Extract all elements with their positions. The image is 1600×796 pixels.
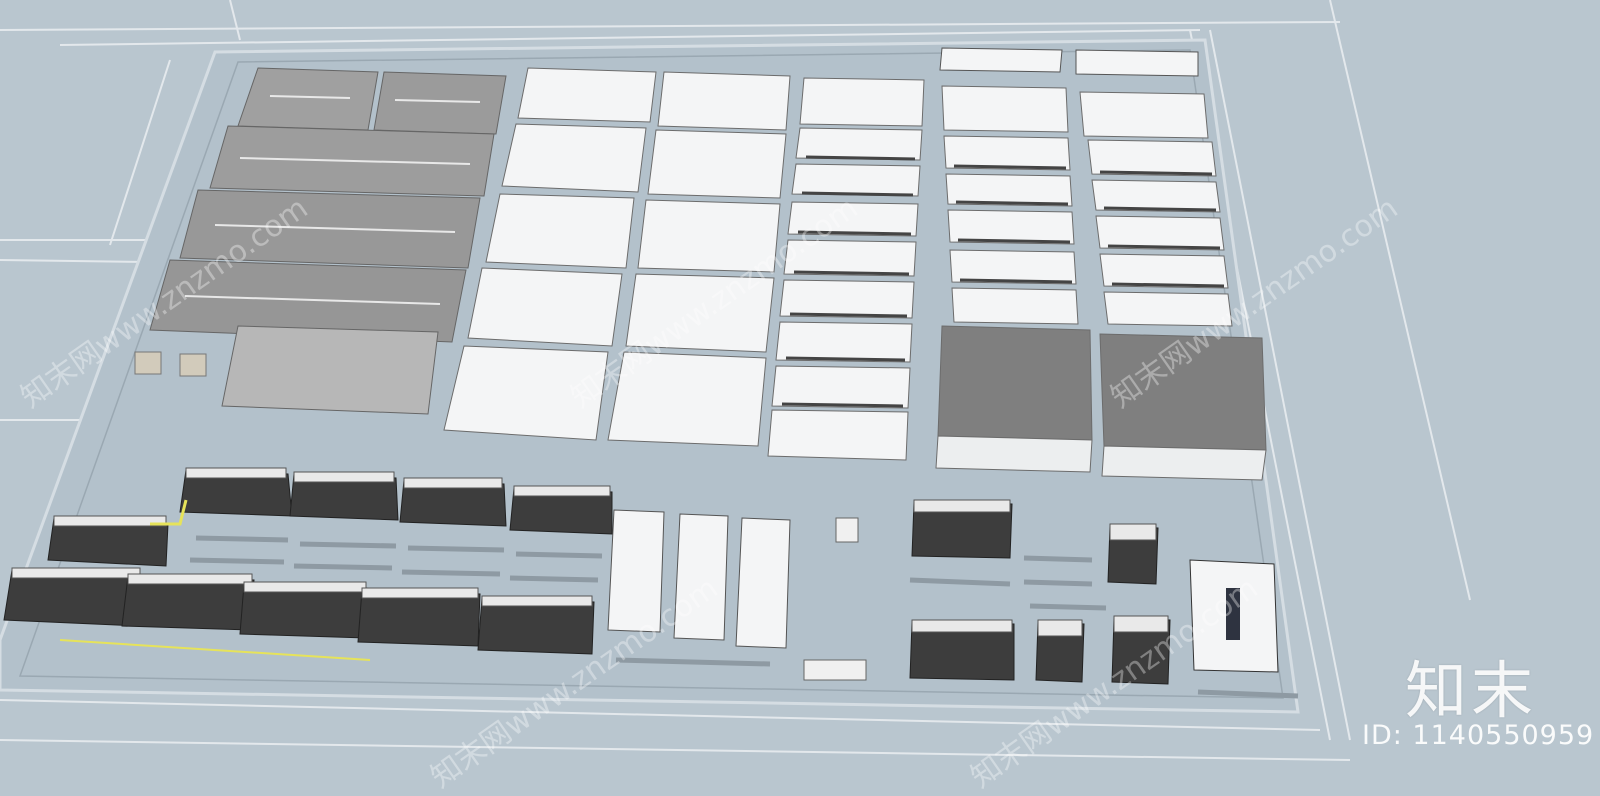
white-factory — [795, 127, 923, 161]
grey-warehouse — [373, 71, 507, 135]
white-factory — [1079, 91, 1209, 139]
small-hut — [134, 351, 162, 375]
strip-building — [939, 47, 1063, 73]
dorm-block — [735, 517, 791, 649]
white-factory — [637, 199, 781, 273]
white-factory — [1087, 139, 1217, 177]
brand-watermark: 知末 — [1405, 654, 1538, 727]
kiosk — [835, 517, 859, 543]
white-factory — [775, 321, 913, 363]
white-factory — [767, 409, 909, 461]
white-factory — [485, 193, 635, 269]
white-factory — [951, 287, 1079, 325]
white-factory — [607, 351, 767, 447]
white-factory — [779, 279, 915, 319]
white-factory — [443, 345, 609, 441]
white-factory — [771, 365, 911, 409]
white-factory — [647, 129, 787, 199]
dorm-block — [673, 513, 729, 641]
white-factory — [625, 273, 775, 353]
white-factory-column-4 — [935, 85, 1093, 473]
white-factory — [501, 123, 647, 193]
image-id-label: ID: 1140550959 — [1362, 720, 1595, 751]
dark-factory — [937, 325, 1093, 441]
office-skylight — [1226, 588, 1240, 640]
dormitory-blocks — [607, 509, 791, 649]
white-factory — [517, 67, 657, 123]
dark-factory-base — [935, 435, 1093, 473]
dorm-block — [607, 509, 665, 633]
white-factory — [467, 267, 623, 347]
white-factory — [791, 163, 921, 197]
dark-factory — [1099, 333, 1267, 451]
white-factory — [799, 77, 925, 127]
strip-building — [1075, 49, 1199, 77]
grey-warehouse-large — [221, 325, 439, 415]
site-model-view — [0, 0, 1471, 761]
white-factory — [941, 85, 1069, 133]
small-hut — [179, 353, 207, 377]
grey-warehouse — [237, 67, 379, 131]
white-factory — [657, 71, 791, 131]
gatehouse — [803, 659, 867, 681]
dark-factory-base — [1101, 445, 1267, 481]
white-factory — [783, 239, 917, 277]
white-factory — [1103, 291, 1233, 327]
